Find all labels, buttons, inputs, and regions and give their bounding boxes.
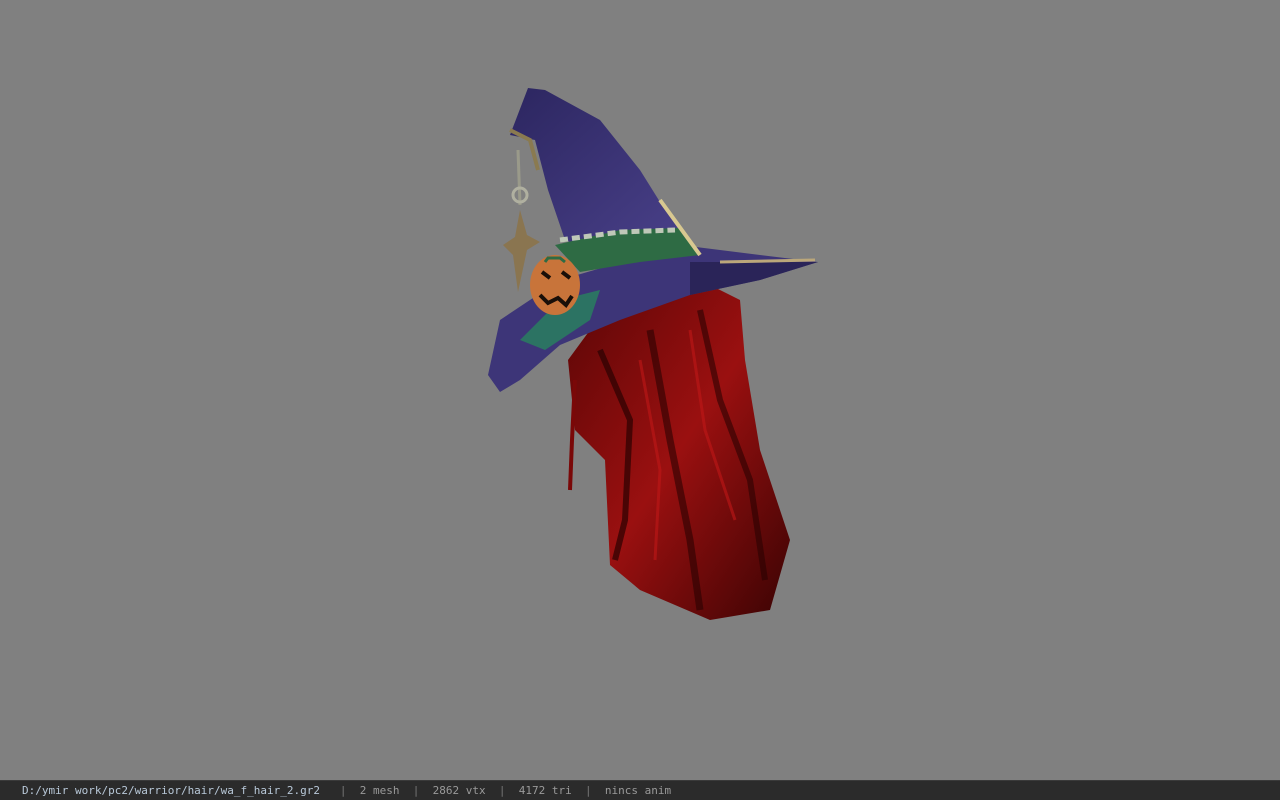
triangle-count: 4172 tri bbox=[518, 784, 572, 797]
vertex-count: 2862 vtx bbox=[432, 784, 486, 797]
hat-cone bbox=[509, 88, 690, 250]
separator: | bbox=[412, 784, 420, 797]
model-viewport[interactable] bbox=[0, 0, 1280, 780]
pumpkin-ornament bbox=[530, 255, 580, 315]
animation-status: nincs anim bbox=[604, 784, 672, 797]
model-render bbox=[488, 88, 818, 620]
file-path: D:/ymir work/pc2/warrior/hair/wa_f_hair_… bbox=[22, 784, 321, 797]
status-bar: D:/ymir work/pc2/warrior/hair/wa_f_hair_… bbox=[0, 780, 1280, 800]
hair-mesh bbox=[568, 280, 790, 620]
separator: | bbox=[498, 784, 506, 797]
mesh-count: 2 mesh bbox=[359, 784, 400, 797]
separator: | bbox=[584, 784, 592, 797]
separator: | bbox=[339, 784, 347, 797]
